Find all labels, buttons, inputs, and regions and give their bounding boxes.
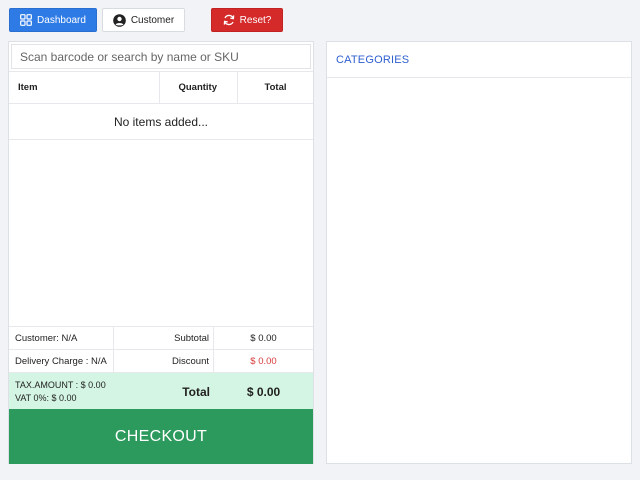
subtotal-value: $ 0.00: [250, 332, 277, 344]
subtotal-label: Subtotal: [114, 327, 214, 349]
tax-amount: TAX.AMOUNT : $ 0.00: [15, 380, 106, 390]
summary-row-discount: Delivery Charge : N/A Discount $ 0.00: [9, 350, 313, 373]
order-summary: Customer: N/A Subtotal $ 0.00 Delivery C…: [9, 326, 313, 410]
discount-value: $ 0.00: [250, 355, 277, 367]
customer-button-label: Customer: [130, 14, 175, 26]
product-search-input[interactable]: [11, 44, 311, 69]
summary-row-total: TAX.AMOUNT : $ 0.00 VAT 0%: $ 0.00 Total…: [9, 373, 313, 410]
reset-button[interactable]: Reset?: [211, 8, 283, 32]
summary-row-subtotal: Customer: N/A Subtotal $ 0.00: [9, 327, 313, 350]
vat-amount: VAT 0%: $ 0.00: [15, 393, 77, 403]
grid-icon: [20, 14, 32, 26]
discount-label: Discount: [114, 350, 214, 372]
cart-panel: Item Quantity Total No items added... Cu…: [8, 41, 314, 464]
delivery-charge-info: Delivery Charge : N/A: [9, 350, 114, 372]
column-header-quantity: Quantity: [159, 72, 237, 103]
total-label: Total: [182, 384, 210, 399]
cart-table-header: Item Quantity Total: [9, 71, 313, 104]
reset-button-label: Reset?: [239, 14, 272, 26]
customer-button[interactable]: Customer: [102, 8, 185, 32]
categories-panel: CATEGORIES: [326, 41, 632, 464]
user-circle-icon: [113, 13, 126, 27]
dashboard-button[interactable]: Dashboard: [9, 8, 97, 32]
checkout-button[interactable]: CHECKOUT: [9, 409, 313, 464]
dashboard-button-label: Dashboard: [37, 14, 86, 26]
customer-info: Customer: N/A: [9, 327, 114, 349]
column-header-total: Total: [237, 72, 313, 103]
tax-info: TAX.AMOUNT : $ 0.00 VAT 0%: $ 0.00: [9, 373, 114, 410]
column-header-item: Item: [18, 82, 38, 93]
top-toolbar: Dashboard Customer Reset?: [0, 0, 640, 40]
empty-cart-message: No items added...: [9, 104, 313, 140]
total-value: $ 0.00: [246, 384, 281, 399]
categories-title: CATEGORIES: [327, 42, 631, 78]
refresh-icon: [223, 14, 235, 26]
